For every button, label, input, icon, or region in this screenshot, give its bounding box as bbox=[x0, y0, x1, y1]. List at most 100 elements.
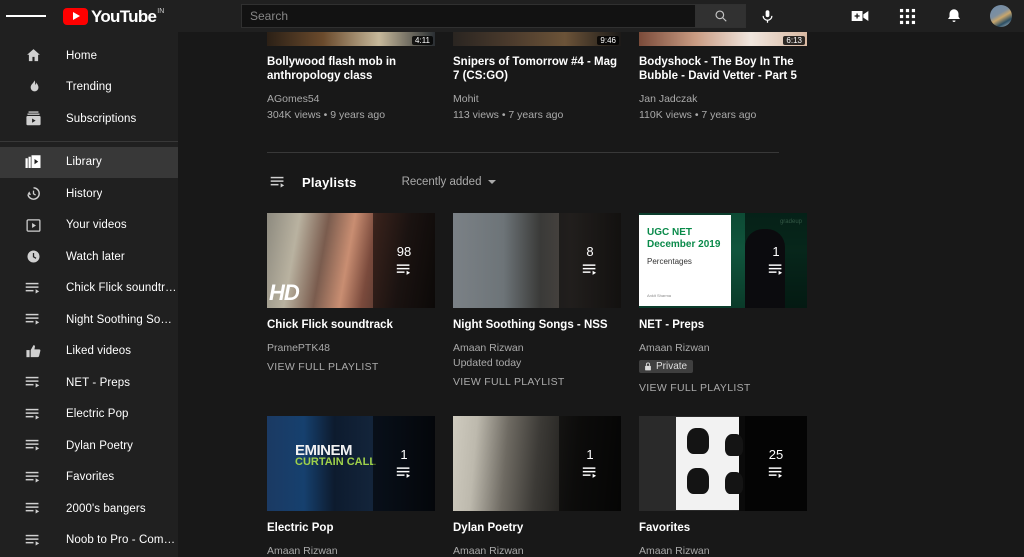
lock-icon bbox=[645, 362, 651, 371]
hd-badge: HD bbox=[269, 280, 300, 305]
sidebar-item-label: Your videos bbox=[66, 219, 127, 232]
thumbs-up-icon bbox=[22, 340, 44, 362]
playlist-title[interactable]: Night Soothing Songs - NSS bbox=[453, 318, 621, 332]
playlist-thumbnail[interactable]: 25 bbox=[639, 416, 807, 511]
playlist-icon bbox=[768, 467, 782, 478]
playlist-card[interactable]: 1 Dylan Poetry Amaan Rizwan VIEW FULL PL… bbox=[453, 416, 621, 557]
playlist-video-count: 1 bbox=[586, 447, 594, 462]
video-card[interactable]: 4:11 Bollywood flash mob in anthropology… bbox=[267, 32, 435, 122]
playlist-thumbnail[interactable]: UGC NET December 2019 Percentages Ankit … bbox=[639, 213, 807, 308]
video-title[interactable]: Bollywood flash mob in anthropology clas… bbox=[267, 55, 435, 83]
playlist-owner[interactable]: Amaan Rizwan bbox=[639, 341, 807, 355]
sidebar-item-home[interactable]: Home bbox=[0, 40, 178, 72]
video-channel[interactable]: Mohit bbox=[453, 92, 621, 106]
sidebar-item-2000s-bangers[interactable]: 2000's bangers bbox=[0, 493, 178, 525]
top-bar-actions bbox=[849, 0, 1012, 32]
search-icon bbox=[714, 10, 727, 22]
playlist-icon bbox=[22, 277, 44, 299]
playlist-card[interactable]: 25 Favorites Amaan Rizwan bbox=[639, 416, 807, 557]
watch-later-clock-icon bbox=[22, 246, 44, 268]
sidebar-item-history[interactable]: History bbox=[0, 178, 178, 210]
playlists-title: Playlists bbox=[302, 174, 357, 190]
playlist-owner[interactable]: Amaan Rizwan bbox=[267, 544, 435, 557]
video-title[interactable]: Bodyshock - The Boy In The Bubble - Davi… bbox=[639, 55, 807, 83]
sidebar-item-favorites[interactable]: Favorites bbox=[0, 462, 178, 494]
view-full-playlist-link[interactable]: VIEW FULL PLAYLIST bbox=[453, 376, 621, 388]
video-stats: 113 views • 7 years ago bbox=[453, 109, 564, 121]
playlist-thumbnail[interactable]: 1 bbox=[453, 416, 621, 511]
sidebar-item-chick-flick-soundtrack[interactable]: Chick Flick soundtrack bbox=[0, 273, 178, 305]
sidebar-item-label: Subscriptions bbox=[66, 112, 137, 125]
hamburger-menu-icon[interactable] bbox=[6, 0, 46, 32]
artwork-handprint bbox=[687, 468, 709, 494]
video-channel[interactable]: AGomes54 bbox=[267, 92, 435, 106]
playlist-icon bbox=[22, 372, 44, 394]
playlist-count-overlay: 1 bbox=[373, 416, 435, 511]
sidebar-item-label: Trending bbox=[66, 81, 112, 94]
video-thumbnail[interactable]: 4:11 bbox=[267, 32, 435, 46]
playlist-title[interactable]: NET - Preps bbox=[639, 318, 807, 332]
playlist-card[interactable]: HD 98 Chick Flick soundtrack PramePTK48 bbox=[267, 213, 435, 394]
video-thumbnail[interactable]: 6:13 bbox=[639, 32, 807, 46]
playlist-card[interactable]: 8 Night Soothing Songs - NSS Amaan Rizwa… bbox=[453, 213, 621, 394]
sidebar-item-label: Liked videos bbox=[66, 345, 132, 358]
sidebar-item-net-preps[interactable]: NET - Preps bbox=[0, 367, 178, 399]
voice-search-button[interactable] bbox=[755, 4, 779, 28]
playlist-title[interactable]: Chick Flick soundtrack bbox=[267, 318, 435, 332]
playlist-owner[interactable]: Amaan Rizwan bbox=[453, 544, 621, 557]
search-input[interactable] bbox=[241, 4, 696, 28]
playlist-title[interactable]: Favorites bbox=[639, 521, 807, 535]
playlist-updated: Updated today bbox=[453, 357, 522, 369]
video-title[interactable]: Snipers of Tomorrow #4 - Mag 7 (CS:GO) bbox=[453, 55, 621, 83]
playlists-sort-dropdown[interactable]: Recently added bbox=[402, 176, 497, 188]
artwork-author: Ankit Sharma bbox=[647, 293, 672, 298]
video-channel[interactable]: Jan Jadczak bbox=[639, 92, 807, 106]
video-stats: 304K views • 9 years ago bbox=[267, 109, 386, 121]
sidebar-item-your-videos[interactable]: Your videos bbox=[0, 210, 178, 242]
view-full-playlist-link[interactable]: VIEW FULL PLAYLIST bbox=[639, 382, 807, 394]
video-card[interactable]: 9:46 Snipers of Tomorrow #4 - Mag 7 (CS:… bbox=[453, 32, 621, 122]
chevron-down-icon bbox=[488, 180, 497, 184]
playlist-title[interactable]: Electric Pop bbox=[267, 521, 435, 535]
view-full-playlist-link[interactable]: VIEW FULL PLAYLIST bbox=[267, 361, 435, 373]
sidebar-item-subscriptions[interactable]: Subscriptions bbox=[0, 103, 178, 135]
artwork-title-line2: CURTAIN CALL bbox=[295, 456, 377, 468]
video-duration: 6:13 bbox=[783, 36, 805, 45]
playlist-card[interactable]: EMINEM CURTAIN CALL 1 Electric Pop Amaan… bbox=[267, 416, 435, 557]
video-duration: 4:11 bbox=[412, 36, 433, 45]
youtube-country-code: IN bbox=[157, 7, 165, 15]
sidebar-item-label: Night Soothing Song… bbox=[66, 313, 178, 326]
sidebar-item-watch-later[interactable]: Watch later bbox=[0, 241, 178, 273]
playlist-owner[interactable]: Amaan Rizwan bbox=[453, 341, 621, 355]
playlist-owner[interactable]: PramePTK48 bbox=[267, 341, 435, 355]
search-button[interactable] bbox=[696, 4, 746, 28]
playlist-owner[interactable]: Amaan Rizwan bbox=[639, 544, 807, 557]
sidebar-item-label: NET - Preps bbox=[66, 376, 131, 389]
playlist-icon bbox=[22, 309, 44, 331]
artwork-handprint bbox=[725, 472, 743, 494]
sidebar-item-liked-videos[interactable]: Liked videos bbox=[0, 336, 178, 368]
user-avatar[interactable] bbox=[990, 5, 1012, 27]
sidebar-item-noob-to-pro[interactable]: Noob to Pro - Comple bbox=[0, 525, 178, 557]
sidebar-item-electric-pop[interactable]: Electric Pop bbox=[0, 399, 178, 431]
create-video-button[interactable] bbox=[849, 5, 871, 27]
sidebar-item-label: Favorites bbox=[66, 471, 115, 484]
sidebar-item-label: Noob to Pro - Comple bbox=[66, 534, 178, 547]
video-thumbnail[interactable]: 9:46 bbox=[453, 32, 621, 46]
search-area bbox=[241, 4, 746, 28]
sidebar-item-library[interactable]: Library bbox=[0, 146, 178, 178]
video-card[interactable]: 6:13 Bodyshock - The Boy In The Bubble -… bbox=[639, 32, 807, 122]
playlist-thumbnail[interactable]: HD 98 bbox=[267, 213, 435, 308]
sidebar-item-dylan-poetry[interactable]: Dylan Poetry bbox=[0, 430, 178, 462]
create-video-icon bbox=[851, 11, 869, 21]
sidebar-item-night-soothing-songs[interactable]: Night Soothing Song… bbox=[0, 304, 178, 336]
youtube-logo[interactable]: YouTube IN bbox=[63, 7, 165, 25]
sidebar-item-trending[interactable]: Trending bbox=[0, 72, 178, 104]
playlist-thumbnail[interactable]: EMINEM CURTAIN CALL 1 bbox=[267, 416, 435, 511]
playlist-thumbnail[interactable]: 8 bbox=[453, 213, 621, 308]
playlist-card[interactable]: UGC NET December 2019 Percentages Ankit … bbox=[639, 213, 807, 394]
playlist-count-overlay: 98 bbox=[373, 213, 435, 308]
apps-button[interactable] bbox=[896, 5, 918, 27]
playlist-title[interactable]: Dylan Poetry bbox=[453, 521, 621, 535]
notifications-button[interactable] bbox=[943, 5, 965, 27]
